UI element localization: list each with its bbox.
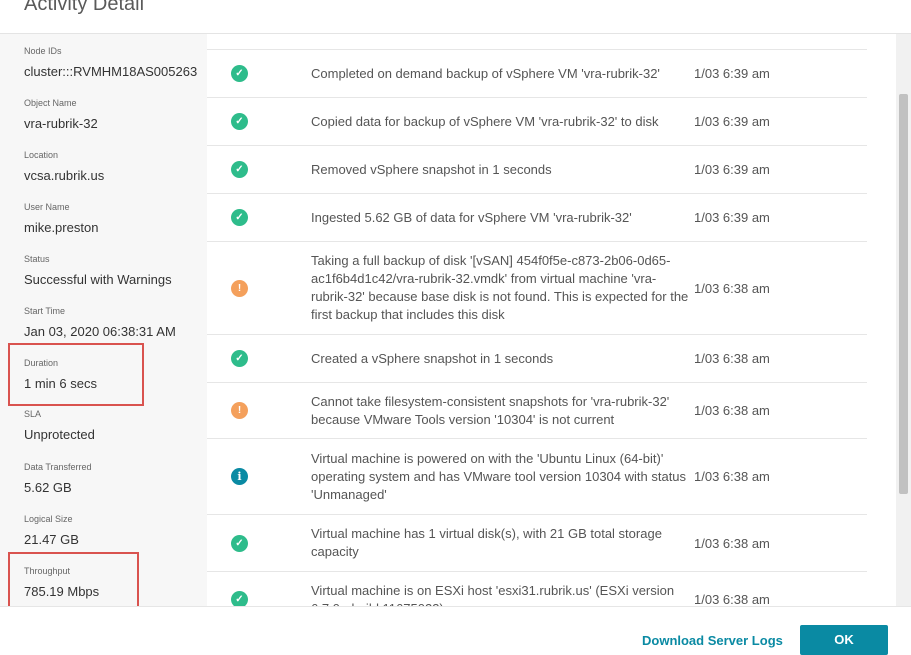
event-time: 1/03 6:38 am — [694, 403, 770, 418]
detail-value: Unprotected — [24, 427, 95, 442]
detail-value: vra-rubrik-32 — [24, 116, 98, 131]
detail-label: SLA — [24, 409, 42, 419]
detail-label: Logical Size — [24, 514, 73, 524]
event-message: Virtual machine has 1 virtual disk(s), w… — [311, 526, 662, 559]
detail-data-transferred: Data Transferred 5.62 GB — [24, 462, 204, 496]
dialog-title: Activity Detail — [24, 0, 145, 15]
detail-label: Start Time — [24, 306, 66, 316]
event-time: 1/03 6:38 am — [694, 592, 770, 606]
download-server-logs-link[interactable]: Download Server Logs — [642, 633, 783, 648]
detail-start-time: Start Time Jan 03, 2020 06:38:31 AM — [24, 306, 204, 340]
check-icon: ✓ — [231, 113, 248, 130]
warning-icon: ! — [231, 402, 248, 419]
scrollbar[interactable] — [896, 34, 911, 606]
event-message: Created a vSphere snapshot in 1 seconds — [311, 350, 554, 366]
event-row: ✓ Removed vSphere snapshot in 1 seconds … — [207, 146, 867, 194]
check-icon: ✓ — [231, 65, 248, 82]
event-row: ✓ Copied data for backup of vSphere VM '… — [207, 98, 867, 146]
detail-value: 21.47 GB — [24, 532, 79, 547]
check-icon: ✓ — [231, 350, 248, 367]
event-time: 1/03 6:39 am — [694, 210, 770, 225]
detail-location: Location vcsa.rubrik.us — [24, 150, 204, 184]
event-row: ✓ Virtual machine is on ESXi host 'esxi3… — [207, 572, 867, 606]
event-message: Copied data for backup of vSphere VM 'vr… — [311, 113, 659, 129]
event-message: Removed vSphere snapshot in 1 seconds — [311, 161, 552, 177]
event-row: ✓ Virtual machine has 1 virtual disk(s),… — [207, 515, 867, 572]
scrollbar-thumb[interactable] — [899, 94, 908, 494]
event-message: Completed on demand backup of vSphere VM… — [311, 65, 660, 81]
detail-value: Successful with Warnings — [24, 272, 172, 287]
detail-label: Node IDs — [24, 46, 62, 56]
event-row: ✓ Ingested 5.62 GB of data for vSphere V… — [207, 194, 867, 242]
event-time: 1/03 6:39 am — [694, 114, 770, 129]
ok-button[interactable]: OK — [800, 625, 888, 655]
info-icon: i — [231, 468, 248, 485]
event-time: 1/03 6:38 am — [694, 280, 770, 296]
detail-value: Jan 03, 2020 06:38:31 AM — [24, 324, 176, 339]
detail-status: Status Successful with Warnings — [24, 254, 204, 288]
detail-value: mike.preston — [24, 220, 99, 235]
event-time: 1/03 6:38 am — [694, 535, 770, 551]
event-time: 1/03 6:39 am — [694, 66, 770, 81]
detail-value: vcsa.rubrik.us — [24, 168, 105, 183]
detail-label: Status — [24, 254, 50, 264]
detail-sla: SLA Unprotected — [24, 409, 204, 443]
event-time: 1/03 6:38 am — [694, 351, 770, 366]
event-message: Taking a full backup of disk '[vSAN] 454… — [311, 253, 689, 322]
event-time: 1/03 6:39 am — [694, 162, 770, 177]
detail-value: cluster:::RVMHM18AS005263 — [24, 64, 198, 79]
check-icon: ✓ — [231, 161, 248, 178]
check-icon: ✓ — [231, 209, 248, 226]
event-message: Cannot take filesystem-consistent snapsh… — [311, 393, 670, 427]
event-message: Ingested 5.62 GB of data for vSphere VM … — [311, 209, 632, 225]
detail-label: Object Name — [24, 98, 77, 108]
event-row: ! Cannot take filesystem-consistent snap… — [207, 383, 867, 439]
detail-label: User Name — [24, 202, 70, 212]
event-message: Virtual machine is on ESXi host 'esxi31.… — [311, 582, 675, 607]
detail-value: 5.62 GB — [24, 480, 72, 495]
dialog-footer: Download Server Logs OK — [0, 606, 911, 655]
event-row: ✓ Completed on demand backup of vSphere … — [207, 50, 867, 98]
event-time: 1/03 6:38 am — [694, 469, 770, 484]
event-row: ! Taking a full backup of disk '[vSAN] 4… — [207, 242, 867, 335]
detail-logical-size: Logical Size 21.47 GB — [24, 514, 204, 548]
details-panel: Node IDs cluster:::RVMHM18AS005263 Objec… — [0, 34, 207, 606]
event-row: ✓ Created a vSphere snapshot in 1 second… — [207, 335, 867, 383]
event-row: i Virtual machine is powered on with the… — [207, 439, 867, 515]
detail-node-ids: Node IDs cluster:::RVMHM18AS005263 — [24, 46, 204, 80]
detail-object-name: Object Name vra-rubrik-32 — [24, 98, 204, 132]
check-icon: ✓ — [231, 591, 248, 606]
detail-label: Data Transferred — [24, 462, 92, 472]
detail-user-name: User Name mike.preston — [24, 202, 204, 236]
detail-label: Location — [24, 150, 59, 160]
event-message: Virtual machine is powered on with the '… — [311, 450, 687, 502]
event-row-partial — [207, 34, 867, 50]
warning-icon: ! — [231, 279, 248, 297]
event-list[interactable]: ✓ Completed on demand backup of vSphere … — [207, 34, 867, 606]
duration-highlight-box — [8, 343, 144, 406]
check-icon: ✓ — [231, 534, 248, 552]
